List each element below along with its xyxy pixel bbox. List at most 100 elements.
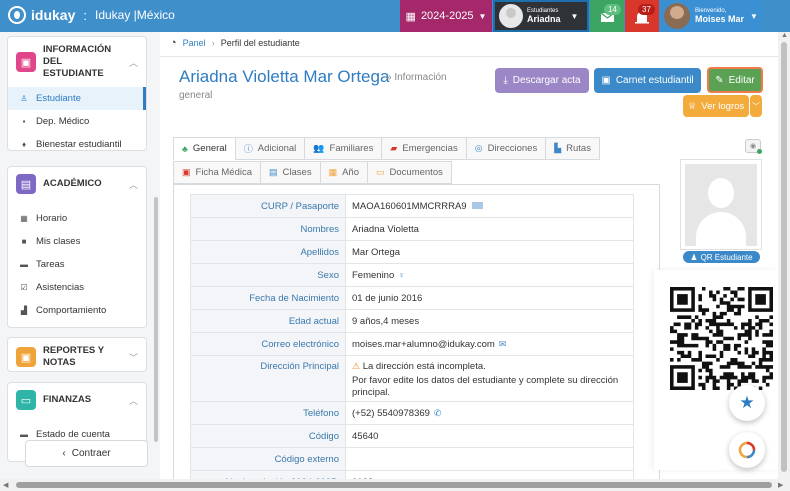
section-academico: ▤ ACADÉMICO ︿ ▦ Horario ■ Mis clases ▬ T… — [7, 166, 147, 328]
code-value: 45640 — [345, 424, 634, 448]
sidebar-item-bienestar[interactable]: ♦ Bienestar estudiantil — [8, 133, 146, 156]
messages-button[interactable]: 14 — [590, 0, 624, 32]
compass-icon: ◎ — [474, 143, 483, 153]
tab-general[interactable]: ♣ General — [173, 137, 235, 160]
sidebar-scrollbar[interactable] — [154, 197, 158, 442]
scroll-left-icon[interactable]: ◀ — [3, 481, 8, 489]
table-row: Sexo Femenino ♀ — [190, 263, 634, 287]
file-icon: ▬ — [20, 260, 28, 269]
divider — [160, 56, 778, 57]
student-card-label: Carnet estudiantil — [615, 75, 694, 86]
general-info-table: CURP / Pasaporte MAOA160601MMCRRRA9 Nombr… — [190, 194, 634, 479]
notifications-button[interactable]: 37 — [625, 0, 659, 32]
section-header[interactable]: ▭ FINANZAS ︿ — [8, 383, 146, 417]
student-name-title: Ariadna Violetta Mar Ortega — [179, 67, 390, 86]
messages-count-badge: 14 — [604, 4, 621, 15]
download-record-button[interactable]: ⤓ Descargar acta — [495, 68, 589, 93]
warning-icon: ⚠ — [352, 361, 361, 371]
section-title: INFORMACIÓN DEL ESTUDIANTE — [43, 44, 112, 79]
breadcrumb-current: Perfil del estudiante — [220, 38, 300, 48]
section-header[interactable]: ▣ INFORMACIÓN DEL ESTUDIANTE ︿ — [8, 37, 146, 87]
sidebar-item-horario[interactable]: ▦ Horario — [8, 207, 146, 230]
qr-code — [670, 287, 773, 390]
table-row: CURP / Pasaporte MAOA160601MMCRRRA9 — [190, 194, 634, 218]
collapse-label: Contraer — [71, 448, 111, 459]
field-label: Código externo — [190, 447, 346, 471]
calendar-icon: ▦ — [328, 167, 338, 177]
tab-direcciones[interactable]: ◎ Direcciones — [465, 137, 546, 160]
id-card-icon: ▣ — [601, 75, 611, 86]
user-menu[interactable]: Bienvenido, Moises Mar ▼ — [660, 0, 762, 32]
chevron-down-icon: ﹀ — [128, 352, 138, 363]
section-title: FINANZAS — [43, 394, 92, 405]
section-title: ACADÉMICO — [43, 178, 102, 189]
scroll-right-icon[interactable]: ▶ — [778, 481, 783, 489]
table-row: Código externo — [190, 447, 634, 471]
report-icon: ▣ — [16, 347, 36, 367]
student-photo — [680, 159, 762, 250]
tab-clases[interactable]: ▤ Clases — [260, 161, 320, 184]
sidebar-item-label: Asistencias — [36, 282, 85, 293]
card-icon: ▬ — [20, 430, 28, 439]
tab-adicional[interactable]: ⓘ Adicional — [234, 137, 305, 160]
tab-ficha-medica[interactable]: ▣ Ficha Médica — [173, 161, 261, 184]
sidebar-item-comportamiento[interactable]: ▟ Comportamiento — [8, 299, 146, 322]
chevron-left-icon: ‹ — [62, 448, 66, 459]
tab-familiares[interactable]: 👥 Familiares — [304, 137, 382, 160]
wellbeing-icon: ♦ — [21, 140, 27, 149]
tab-rutas[interactable]: ▙ Rutas — [545, 137, 600, 160]
download-icon: ⤓ — [503, 75, 508, 86]
section-title: REPORTES Y NOTAS — [43, 345, 104, 368]
tab-label: Direcciones — [487, 143, 538, 154]
sidebar-item-estudiante[interactable]: ♙ Estudiante — [8, 87, 146, 110]
student-avatar — [499, 4, 523, 28]
trophy-icon: ♕ — [687, 100, 697, 112]
ambulance-icon: ▰ — [390, 143, 398, 153]
tab-emergencias[interactable]: ▰ Emergencias — [381, 137, 466, 160]
sidebar-item-asistencias[interactable]: ☑ Asistencias — [8, 276, 146, 299]
scrollbar-thumb[interactable] — [16, 482, 772, 488]
vertical-scrollbar[interactable]: ▲ — [778, 32, 790, 479]
tab-ano[interactable]: ▦ Año — [319, 161, 367, 184]
view-achievements-button[interactable]: ♕ Ver logros — [683, 95, 749, 117]
address-value: ⚠ La dirección está incompleta. Por favor… — [345, 355, 634, 402]
scrollbar-thumb[interactable] — [781, 42, 787, 472]
field-label: Edad actual — [190, 309, 346, 333]
scroll-up-icon[interactable]: ▲ — [781, 32, 788, 39]
sex-value: Femenino ♀ — [345, 263, 634, 287]
star-icon: ★ — [739, 393, 755, 412]
favorites-fab[interactable]: ★ — [729, 385, 765, 421]
school-year-selector[interactable]: ▦ 2024-2025 ▼ — [400, 0, 492, 32]
field-label: Sexo — [190, 263, 346, 287]
enrollment-number-value: 0138 — [345, 470, 634, 479]
dashboard-icon[interactable]: ◔ — [170, 37, 177, 49]
edit-button[interactable]: ✎ Editar — [707, 67, 763, 93]
camera-button[interactable]: ◉ — [745, 139, 762, 154]
assistant-fab[interactable] — [729, 432, 765, 468]
student-selector[interactable]: Estudiantes Ariadna ▼ — [493, 0, 589, 32]
field-label: Nombres — [190, 217, 346, 241]
field-label: Teléfono — [190, 401, 346, 425]
sidebar-item-tareas[interactable]: ▬ Tareas — [8, 253, 146, 276]
pencil-icon: ✎ — [715, 74, 724, 86]
tab-documentos[interactable]: ▭ Documentos — [367, 161, 452, 184]
section-header[interactable]: ▤ ACADÉMICO ︿ — [8, 167, 146, 201]
section-header[interactable]: ▣ REPORTES Y NOTAS ﹀ — [8, 338, 146, 376]
collapse-sidebar-button[interactable]: ‹ Contraer — [25, 440, 148, 467]
section-student-info: ▣ INFORMACIÓN DEL ESTUDIANTE ︿ ♙ Estudia… — [7, 36, 147, 151]
brand[interactable]: idukay : Idukay |México — [8, 6, 175, 24]
calendar-icon: ▦ — [405, 10, 416, 23]
age-value: 9 años,4 meses — [345, 309, 634, 333]
money-icon: ▭ — [16, 390, 36, 410]
sidebar-item-mis-clases[interactable]: ■ Mis clases — [8, 230, 146, 253]
top-bar: idukay : Idukay |México ▦ 2024-2025 ▼ Es… — [0, 0, 790, 32]
tab-label: Adicional — [257, 143, 297, 154]
achievements-dropdown-button[interactable]: ﹀ — [750, 95, 762, 117]
sidebar-item-dep-medico[interactable]: ▪ Dep. Médico — [8, 110, 146, 133]
student-card-button[interactable]: ▣ Carnet estudiantil — [594, 68, 701, 93]
horizontal-scrollbar[interactable]: ◀ ▶ — [0, 479, 790, 491]
breadcrumb-panel-link[interactable]: Panel — [183, 38, 206, 48]
field-label: Código — [190, 424, 346, 448]
email-value: moises.mar+alumno@idukay.com ✉ — [345, 332, 634, 356]
camera-icon: ◉ — [749, 143, 757, 150]
